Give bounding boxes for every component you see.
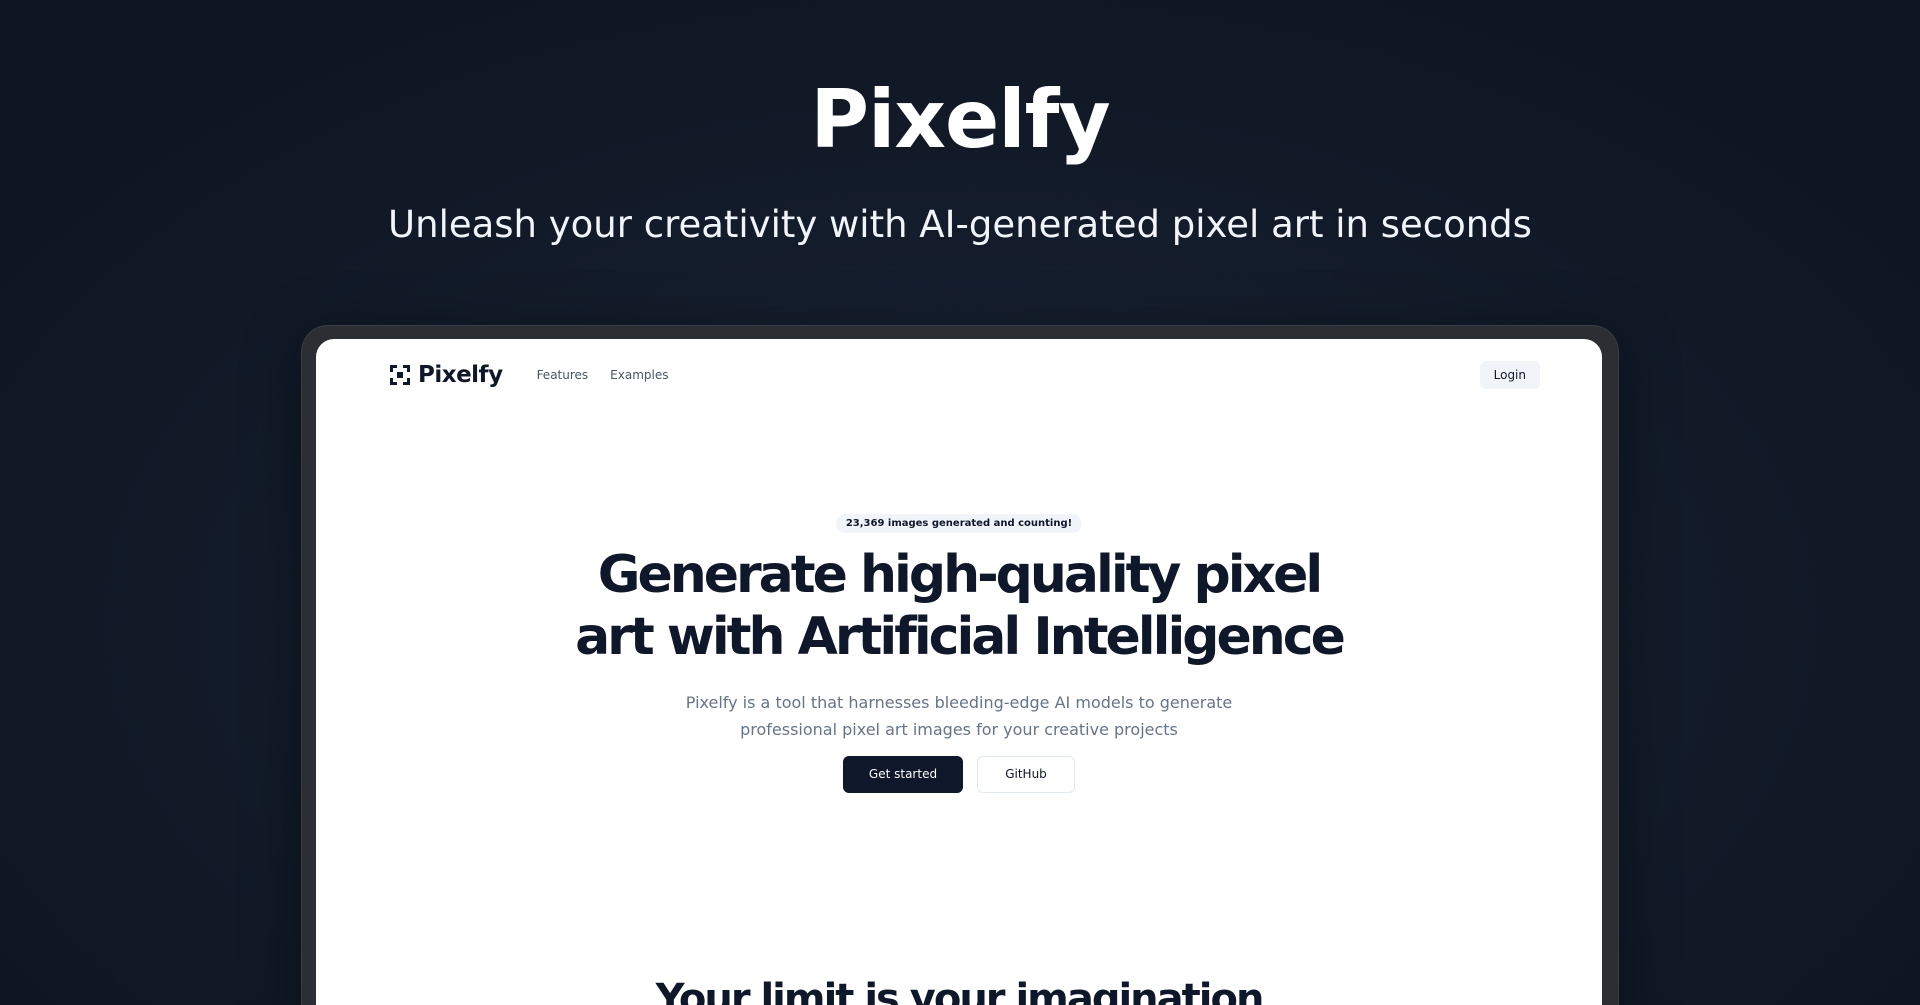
hero-headline-line-2: art with Artificial Intelligence — [575, 607, 1346, 667]
hero-headline-line-1: Generate high-quality pixel — [597, 545, 1323, 605]
hero-description-line-2: professional pixel art images for your c… — [740, 720, 1178, 739]
nav-link-examples[interactable]: Examples — [610, 368, 668, 382]
counter-badge: 23,369 images generated and counting! — [835, 514, 1083, 533]
hero-headline: Generate high-quality pixel art with Art… — [316, 544, 1602, 668]
section-heading: Your limit is your imagination — [655, 976, 1265, 1005]
login-button[interactable]: Login — [1479, 361, 1540, 389]
hero-actions: Get started GitHub — [316, 756, 1602, 793]
get-started-button[interactable]: Get started — [843, 756, 963, 793]
brand-name: Pixelfy — [418, 362, 503, 388]
promo-subtitle: Unleash your creativity with AI-generate… — [388, 203, 1532, 246]
site-navbar: Pixelfy Features Examples Login — [390, 359, 1540, 391]
website-preview: Pixelfy Features Examples Login 23,369 i… — [316, 339, 1602, 1005]
github-button[interactable]: GitHub — [977, 756, 1075, 793]
hero-description: Pixelfy is a tool that harnesses bleedin… — [609, 689, 1309, 743]
hero-description-line-1: Pixelfy is a tool that harnesses bleedin… — [685, 693, 1233, 712]
pixel-frame-icon — [390, 365, 410, 385]
promo-title: Pixelfy — [810, 73, 1110, 166]
nav-link-features[interactable]: Features — [537, 368, 589, 382]
brand[interactable]: Pixelfy — [390, 362, 503, 388]
